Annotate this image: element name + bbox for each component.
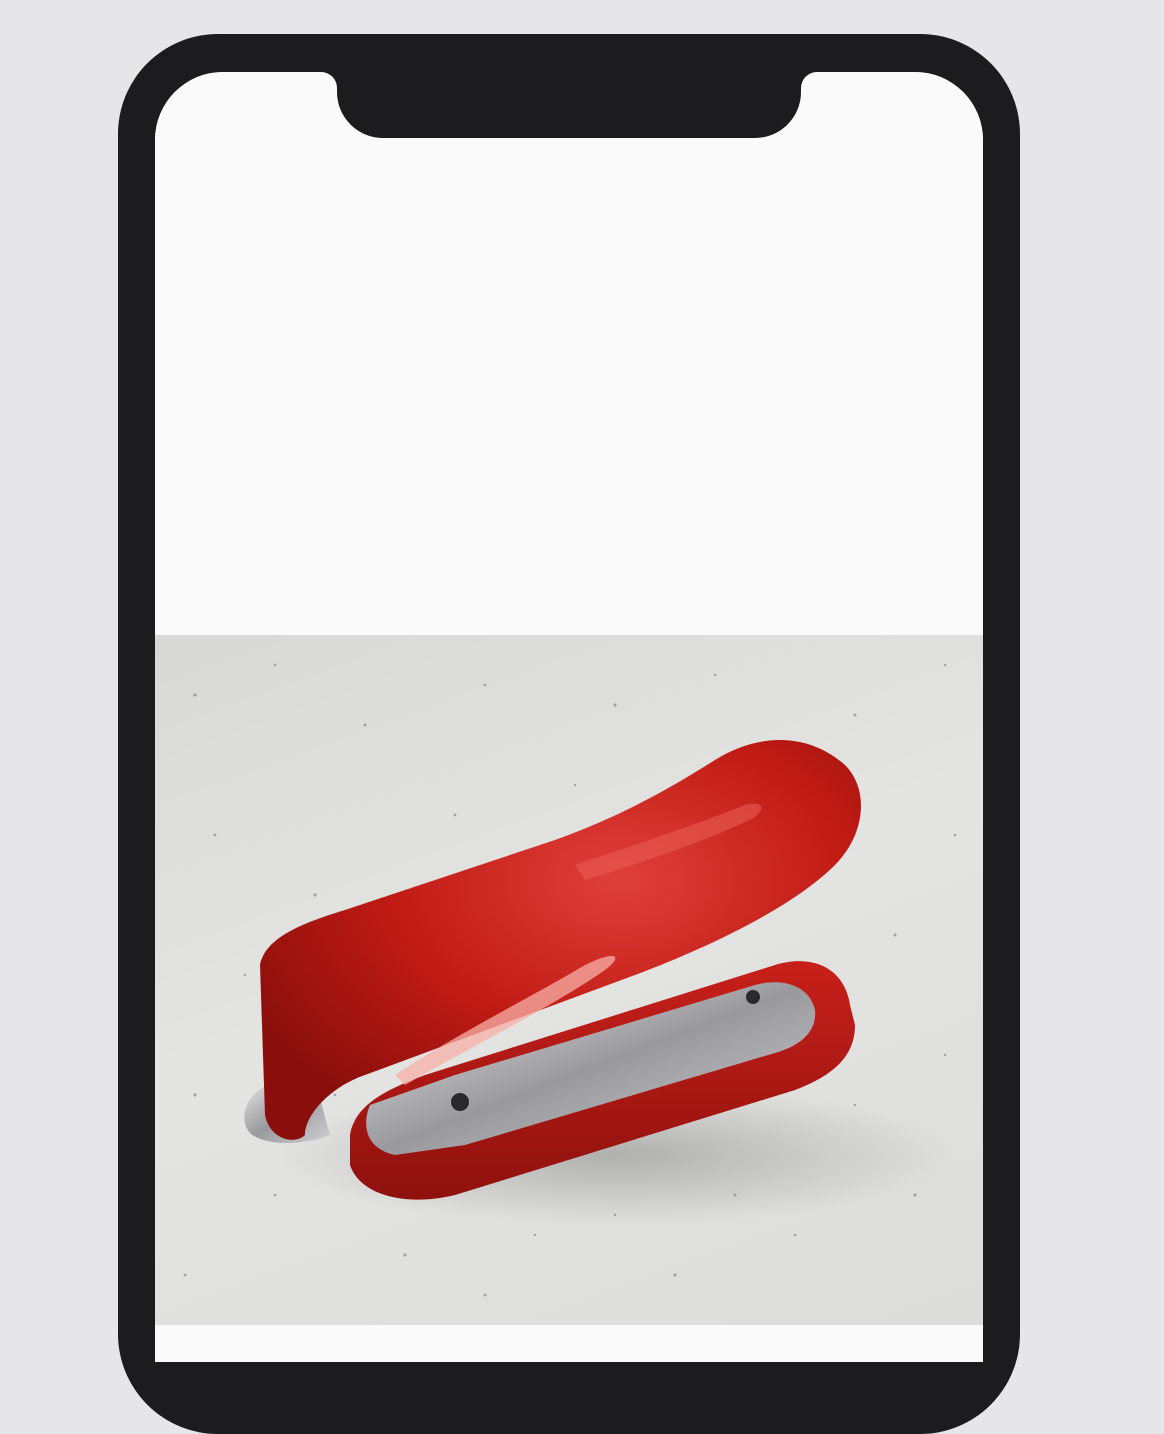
stapler-illustration	[183, 663, 957, 1297]
bottom-content-strip	[155, 1325, 983, 1362]
phone-notch	[337, 34, 801, 138]
phone-screen	[155, 72, 983, 1362]
blank-content-area	[155, 72, 983, 635]
rivet-front	[451, 1093, 469, 1111]
rivet-rear	[746, 990, 760, 1004]
stapler-photo	[155, 635, 983, 1325]
